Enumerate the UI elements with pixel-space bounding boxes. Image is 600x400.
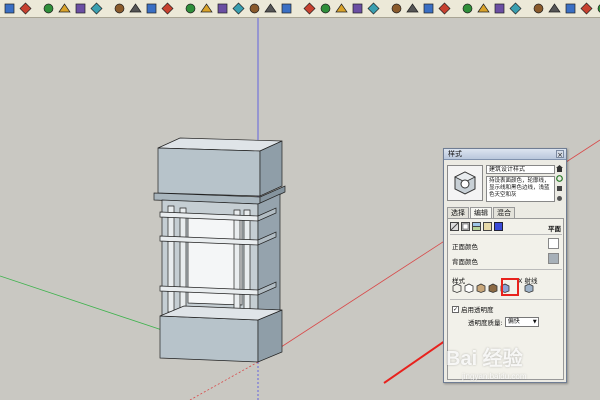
- quality-label: 透明度质量:: [468, 319, 503, 327]
- panel-title-bar[interactable]: 样式 ×: [444, 149, 566, 160]
- quality-row: 透明度质量: 偏快 ▼: [468, 317, 539, 327]
- transparency-checkbox[interactable]: ✓: [452, 305, 459, 313]
- component-icon[interactable]: [128, 1, 143, 16]
- front-view-icon[interactable]: [199, 1, 214, 16]
- camera-icon[interactable]: [183, 1, 198, 16]
- position-camera-icon[interactable]: [460, 1, 475, 16]
- drape-icon[interactable]: [595, 1, 600, 16]
- measure-icon[interactable]: [476, 1, 491, 16]
- watermark-logo: Bai 经验: [446, 348, 523, 370]
- home-icon[interactable]: [556, 165, 563, 172]
- divider: [450, 234, 562, 235]
- background-settings-icon[interactable]: [472, 222, 481, 231]
- shaded-icon[interactable]: [350, 1, 365, 16]
- style-header: 建筑设计样式 持设表面颜色，轮廓线，显示线和黑色边线，浅蓝色天空和灰: [447, 163, 563, 203]
- watermark-url: jingyan.baidu.com: [462, 372, 527, 381]
- transparency-row: ✓ 启用透明度: [452, 304, 494, 314]
- right-view-icon[interactable]: [231, 1, 246, 16]
- front-color-label: 正面颜色: [452, 243, 478, 251]
- wireframe-style-icon[interactable]: [452, 283, 462, 293]
- window-model[interactable]: [153, 137, 286, 363]
- protractor-icon[interactable]: [492, 1, 507, 16]
- divider: [450, 269, 562, 270]
- update-style-icon[interactable]: [556, 175, 563, 182]
- back-color-label: 背面颜色: [452, 258, 478, 266]
- side-icons: [556, 165, 563, 202]
- main-toolbar: [0, 0, 600, 18]
- transparency-label: 启用透明度: [461, 306, 494, 314]
- panel-tabs: 选择 编辑 混合: [447, 207, 516, 219]
- paint-bucket-icon[interactable]: [41, 1, 56, 16]
- look-around-icon[interactable]: [437, 1, 452, 16]
- axes-icon[interactable]: [508, 1, 523, 16]
- red-axis-dashed: [189, 361, 259, 400]
- zoom-icon[interactable]: [89, 1, 104, 16]
- front-color-swatch[interactable]: [548, 238, 559, 249]
- shaded-style-icon[interactable]: [476, 283, 486, 293]
- orbit-icon[interactable]: [57, 1, 72, 16]
- top-view-icon[interactable]: [215, 1, 230, 16]
- pan-icon[interactable]: [73, 1, 88, 16]
- textured-style-icon[interactable]: [488, 283, 498, 293]
- style-thumbnail[interactable]: [447, 165, 483, 201]
- section-icon[interactable]: [405, 1, 420, 16]
- tab-mix[interactable]: 混合: [493, 207, 515, 218]
- walk-icon[interactable]: [421, 1, 436, 16]
- sandbox-icon[interactable]: [547, 1, 562, 16]
- edit-category-icons: [450, 222, 503, 231]
- materials-icon[interactable]: [144, 1, 159, 16]
- baidu-watermark: Bai 经验 jingyan.baidu.com: [440, 340, 600, 396]
- hidden-line-icon[interactable]: [334, 1, 349, 16]
- dimension-icon[interactable]: [531, 1, 546, 16]
- layers-icon[interactable]: [160, 1, 175, 16]
- zoom-extents-icon[interactable]: [112, 1, 127, 16]
- watermark-settings-icon[interactable]: [483, 222, 492, 231]
- xray-toggle-icon[interactable]: [524, 283, 534, 293]
- highlight-box: [501, 278, 519, 296]
- face-section-label: 平面: [548, 225, 561, 233]
- select-icon[interactable]: [2, 1, 17, 16]
- close-icon[interactable]: ×: [556, 150, 564, 159]
- panel-title: 样式: [448, 150, 462, 158]
- wireframe-icon[interactable]: [318, 1, 333, 16]
- style-name-field[interactable]: 建筑设计样式: [486, 165, 555, 174]
- style-preview-icon: [454, 171, 476, 195]
- create-style-icon[interactable]: [556, 185, 563, 192]
- divider: [450, 299, 562, 300]
- quality-select[interactable]: 偏快 ▼: [504, 317, 539, 327]
- quality-value: 偏快: [507, 318, 520, 325]
- chevron-down-icon: ▼: [532, 319, 537, 325]
- tab-select[interactable]: 选择: [447, 207, 469, 218]
- textured-icon[interactable]: [366, 1, 381, 16]
- xray-icon[interactable]: [302, 1, 317, 16]
- smoove-icon[interactable]: [563, 1, 578, 16]
- hidden-line-style-icon[interactable]: [464, 283, 474, 293]
- style-description-field[interactable]: 持设表面颜色，轮廓线，显示线和黑色边线，浅蓝色天空和灰: [486, 176, 555, 202]
- update-all-icon[interactable]: [556, 195, 563, 202]
- edge-settings-icon[interactable]: [450, 222, 459, 231]
- iso-view-icon[interactable]: [279, 1, 294, 16]
- back-view-icon[interactable]: [247, 1, 262, 16]
- modeling-settings-icon[interactable]: [494, 222, 503, 231]
- text-label-icon[interactable]: [18, 1, 33, 16]
- monochrome-icon[interactable]: [389, 1, 404, 16]
- back-color-swatch[interactable]: [548, 253, 559, 264]
- stamp-icon[interactable]: [579, 1, 594, 16]
- left-view-icon[interactable]: [263, 1, 278, 16]
- face-settings-icon[interactable]: [461, 222, 470, 231]
